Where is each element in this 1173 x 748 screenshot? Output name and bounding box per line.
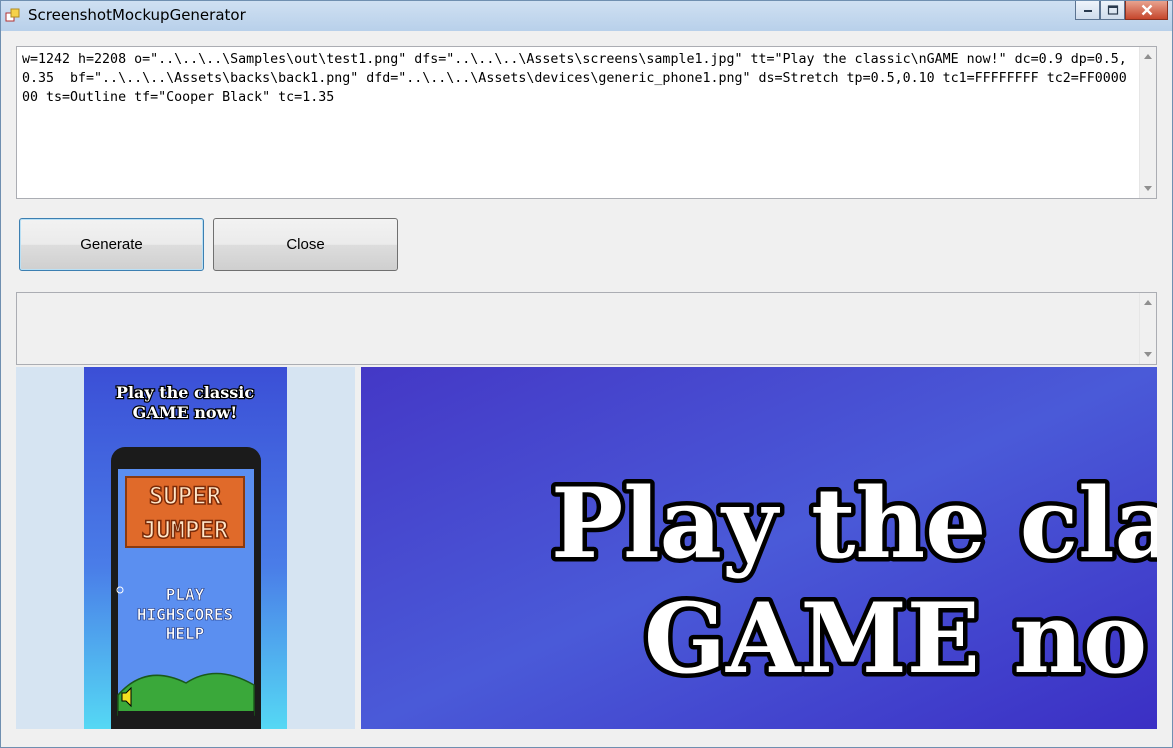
preview-thumbnail-panel: Play the classic GAME now! SUPER JUMPER … — [16, 367, 355, 742]
window-title: ScreenshotMockupGenerator — [28, 6, 246, 24]
scroll-down-arrow-icon[interactable] — [1144, 186, 1152, 191]
menu-play: PLAY — [166, 585, 205, 604]
app-icon — [5, 8, 20, 22]
thumb-title-line2: GAME now! — [133, 403, 238, 422]
game-logo-line2: JUMPER — [142, 516, 229, 544]
window-controls — [1075, 1, 1168, 21]
preview-thumbnail: Play the classic GAME now! SUPER JUMPER … — [84, 367, 287, 742]
thumb-title-line1: Play the classic — [116, 383, 254, 402]
big-title-line1: Play the cla — [551, 467, 1157, 580]
app-window: ScreenshotMockupGenerator w=1242 h=2208 … — [0, 0, 1173, 748]
log-textbox[interactable] — [16, 292, 1157, 365]
command-text[interactable]: w=1242 h=2208 o="..\..\..\Samples\out\te… — [22, 50, 1132, 107]
close-icon — [1141, 4, 1152, 16]
game-logo-line1: SUPER — [149, 482, 222, 510]
title-bar[interactable]: ScreenshotMockupGenerator — [1, 1, 1172, 31]
preview-full: Play the cla GAME no — [361, 367, 1157, 729]
menu-help: HELP — [166, 624, 205, 643]
close-button[interactable]: Close — [213, 218, 398, 271]
menu-highscores: HIGHSCORES — [137, 605, 233, 624]
maximize-button[interactable] — [1100, 1, 1125, 20]
minimize-icon — [1083, 10, 1092, 12]
command-scrollbar[interactable] — [1139, 47, 1156, 198]
scroll-down-arrow-icon[interactable] — [1144, 352, 1152, 357]
log-scrollbar[interactable] — [1139, 293, 1156, 364]
scroll-up-arrow-icon[interactable] — [1144, 54, 1152, 59]
maximize-icon — [1107, 5, 1118, 15]
scroll-up-arrow-icon[interactable] — [1144, 300, 1152, 305]
close-window-button[interactable] — [1125, 1, 1168, 20]
preview-full-panel: Play the cla GAME no — [361, 367, 1157, 729]
generate-button[interactable]: Generate — [19, 218, 204, 271]
command-textbox[interactable]: w=1242 h=2208 o="..\..\..\Samples\out\te… — [16, 46, 1157, 199]
minimize-button[interactable] — [1075, 1, 1100, 20]
big-title-line2: GAME no — [644, 582, 1147, 695]
